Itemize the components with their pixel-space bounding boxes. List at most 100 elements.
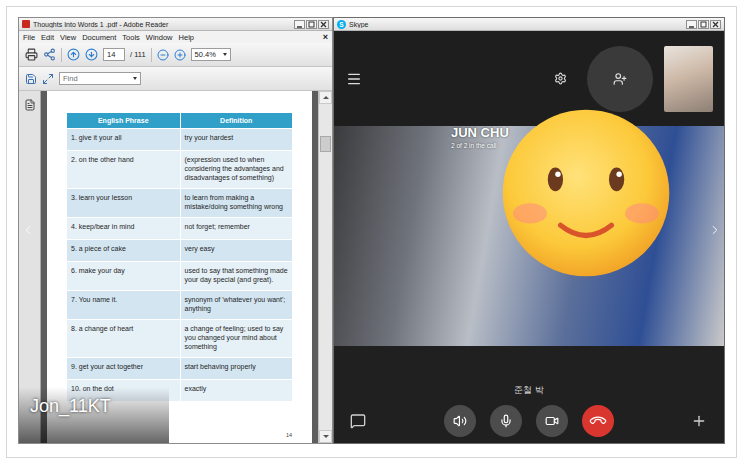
reader-window: Thoughts Into Words 1 .pdf - Adobe Reade… [18, 17, 333, 444]
table-row: 9. get your act togetherstart behaving p… [67, 358, 292, 380]
menu-item[interactable]: File [23, 33, 35, 42]
maximize-icon [308, 21, 315, 28]
phrase-cell: 6. make your day [67, 262, 180, 290]
reader-title-bar: Thoughts Into Words 1 .pdf - Adobe Reade… [19, 18, 332, 31]
pages-panel-icon[interactable] [24, 99, 36, 111]
minimize-icon [688, 21, 695, 28]
speaker-button[interactable] [444, 405, 476, 437]
print-icon[interactable] [25, 48, 38, 61]
participant-name: 준철 박 [334, 384, 724, 396]
find-field[interactable]: Find [59, 72, 141, 85]
menu-item[interactable]: View [60, 33, 76, 42]
definition-cell: used to say that something made your day… [180, 262, 293, 290]
scroll-up-button[interactable] [319, 91, 332, 104]
call-controls [334, 405, 724, 437]
save-icon[interactable] [25, 73, 37, 85]
window-title: Thoughts Into Words 1 .pdf - Adobe Reade… [33, 21, 291, 28]
maximize-button[interactable] [698, 20, 709, 29]
vertical-scrollbar[interactable] [318, 91, 332, 443]
adobe-reader-icon [22, 20, 30, 28]
close-icon [712, 21, 719, 28]
document-close-button[interactable]: × [323, 32, 328, 42]
skype-logo: S [337, 20, 346, 29]
zoom-out-icon[interactable] [157, 49, 169, 61]
dropdown-arrow-icon [133, 77, 137, 80]
menu-bar: File Edit View Document Tools Window Help × [19, 31, 332, 43]
definition-cell: exactly [180, 380, 293, 401]
close-button[interactable] [710, 20, 721, 29]
camera-icon [545, 414, 559, 428]
main-toolbar: 14 / 111 50.4% [19, 43, 332, 67]
definition-cell: very easy [180, 240, 293, 261]
page-total: / 111 [130, 50, 146, 59]
zoom-in-icon[interactable] [174, 49, 186, 61]
definition-cell: (expression used to when considering the… [180, 151, 293, 188]
definition-cell: synonym of 'whatever you want'; anything [180, 291, 293, 319]
microphone-button[interactable] [490, 405, 522, 437]
phrase-cell: 5. a piece of cake [67, 240, 180, 261]
table-row: 6. make your dayused to say that somethi… [67, 262, 292, 291]
minimize-icon [296, 21, 303, 28]
window-title: Skype [349, 21, 683, 28]
minimize-button[interactable] [686, 20, 697, 29]
call-button-group [444, 405, 614, 437]
call-status: 2 of 2 in the call [451, 142, 509, 150]
phrase-cell: 1. give it your all [67, 129, 180, 150]
chat-icon[interactable] [350, 413, 366, 429]
video-caption: Jon_11KT [30, 396, 111, 417]
column-header: Definition [180, 113, 293, 128]
self-view-video [664, 46, 713, 112]
smiley-face-icon [501, 108, 671, 278]
hamburger-menu-icon[interactable] [346, 71, 362, 87]
plus-icon[interactable] [691, 413, 707, 429]
table-row: 5. a piece of cakevery easy [67, 240, 292, 262]
table-row: 7. You name it.synonym of 'whatever you … [67, 291, 292, 320]
screenshot-frame: Thoughts Into Words 1 .pdf - Adobe Reade… [0, 0, 743, 464]
camera-button[interactable] [536, 405, 568, 437]
phrase-cell: 4. keep/bear in mind [67, 218, 180, 239]
minimize-button[interactable] [294, 20, 305, 29]
previous-button[interactable] [21, 221, 35, 239]
definition-cell: not forget; remember [180, 218, 293, 239]
next-page-icon[interactable] [85, 48, 98, 61]
menu-item[interactable]: Window [146, 33, 173, 42]
hang-up-icon [588, 411, 608, 431]
document-page: English PhraseDefinition1. give it your … [47, 91, 312, 443]
gear-icon[interactable] [554, 72, 567, 85]
caller-info: JUN CHU2 of 2 in the call [451, 125, 509, 150]
hang-up-button[interactable] [582, 405, 614, 437]
maximize-button[interactable] [306, 20, 317, 29]
table-row: 8. a change of hearta change of feeling;… [67, 320, 292, 358]
dropdown-arrow-icon [223, 53, 227, 56]
menu-item[interactable]: Help [179, 33, 194, 42]
chevron-right-icon [708, 222, 722, 238]
share-icon[interactable] [43, 48, 56, 61]
page-field[interactable]: 14 [103, 48, 125, 61]
skype-window: SSkype 준철 박 JUN CHU2 of 2 in the call [333, 17, 725, 444]
next-button[interactable] [708, 221, 722, 239]
table-row: 3. learn your lessonto learn from making… [67, 189, 292, 218]
scroll-down-button[interactable] [319, 430, 332, 443]
microphone-icon [499, 414, 513, 428]
phrase-table: English PhraseDefinition1. give it your … [67, 113, 292, 402]
chevron-left-icon [21, 222, 35, 238]
menu-item[interactable]: Document [82, 33, 116, 42]
table-row: 2. on the other hand(expression used to … [67, 151, 292, 189]
phrase-cell: 8. a change of heart [67, 320, 180, 357]
zoom-field[interactable]: 50.4% [191, 48, 231, 61]
fit-page-icon[interactable] [42, 73, 54, 85]
document-area: English PhraseDefinition1. give it your … [19, 91, 332, 443]
menu-item[interactable]: Tools [122, 33, 140, 42]
call-header [334, 31, 724, 126]
definition-cell: start behaving properly [180, 358, 293, 379]
menu-item[interactable]: Edit [41, 33, 54, 42]
maximize-icon [700, 21, 707, 28]
previous-page-icon[interactable] [67, 48, 80, 61]
definition-cell: try your hardest [180, 129, 293, 150]
scroll-thumb[interactable] [320, 136, 331, 152]
toolbar-separator [61, 48, 62, 62]
skype-window-controls [686, 20, 721, 29]
add-participant-button[interactable] [587, 46, 653, 112]
close-button[interactable] [318, 20, 329, 29]
add-person-icon [613, 72, 627, 86]
